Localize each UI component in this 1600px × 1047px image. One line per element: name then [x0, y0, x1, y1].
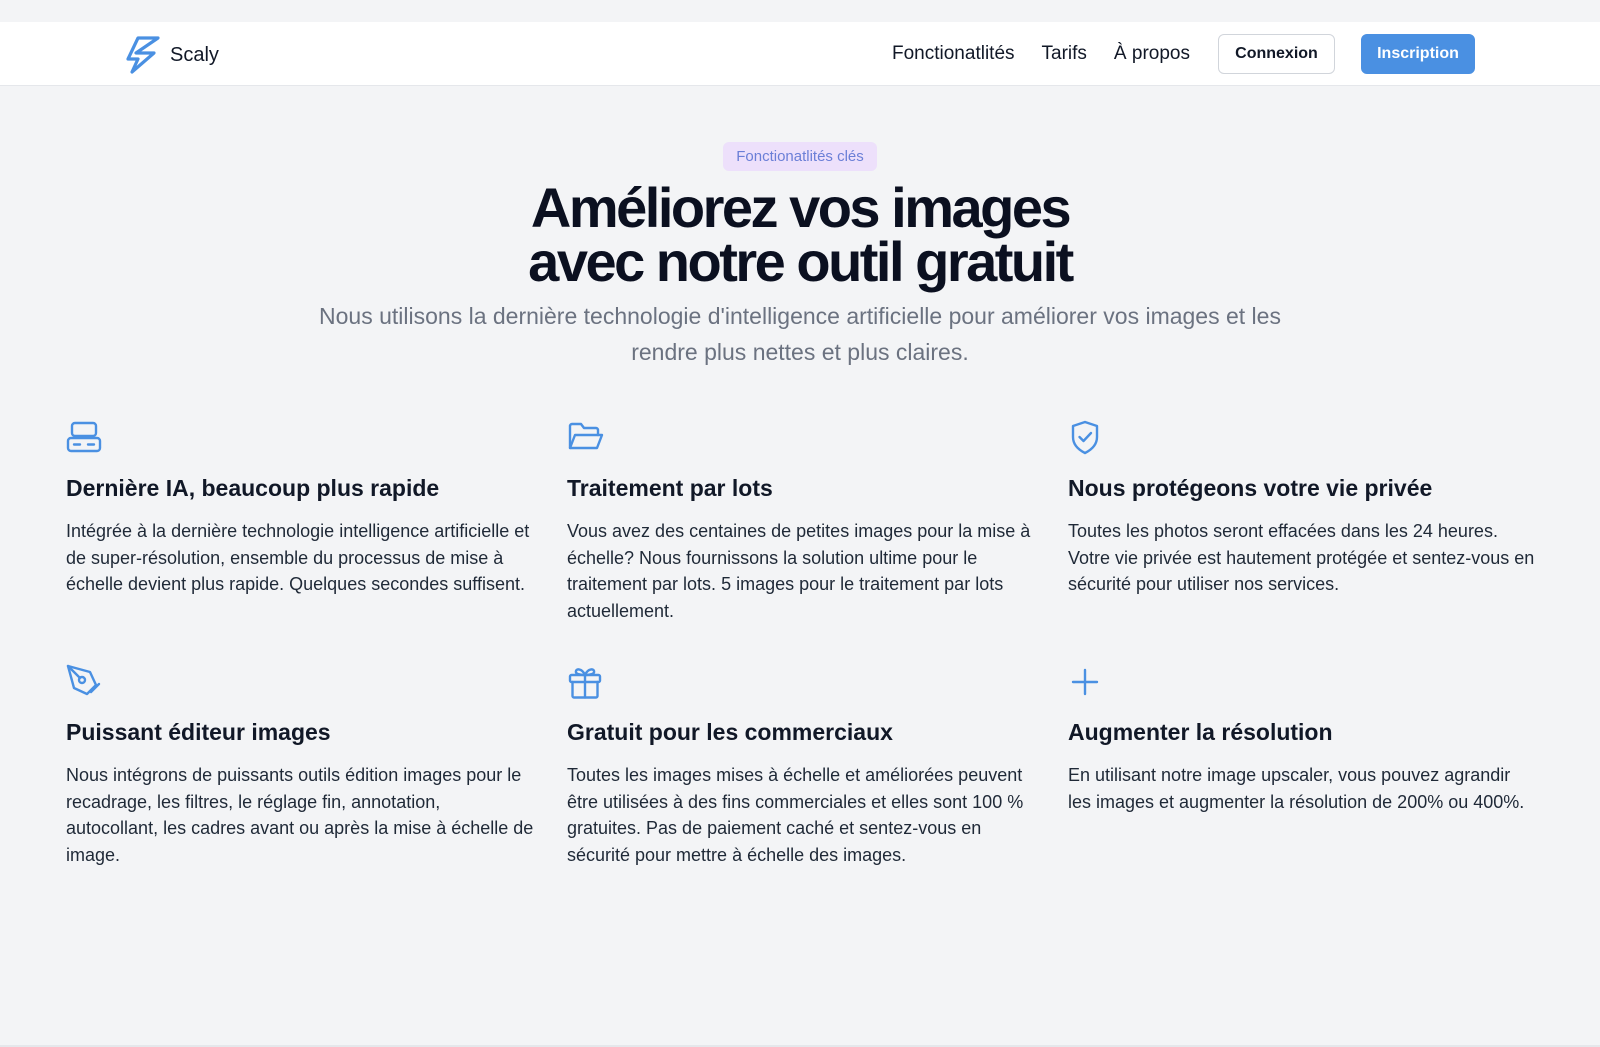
top-strip — [0, 0, 1600, 22]
shield-check-icon — [1071, 420, 1099, 455]
feature-card: Dernière IA, beaucoup plus rapide Intégr… — [66, 420, 536, 598]
signup-button[interactable]: Inscription — [1361, 34, 1475, 74]
section-badge: Fonctionatlités clés — [723, 142, 877, 171]
main-nav: Fonctionatlités Tarifs À propos — [892, 22, 1217, 86]
feature-description: Toutes les photos seront effacées dans l… — [1068, 521, 1535, 594]
nav-link-about[interactable]: À propos — [1114, 43, 1190, 65]
feature-card: Traitement par lots Vous avez des centai… — [567, 420, 1037, 624]
feature-card: Puissant éditeur images Nous intégrons d… — [66, 664, 536, 868]
feature-title: Puissant éditeur images — [66, 719, 331, 745]
feature-title: Augmenter la résolution — [1068, 719, 1333, 745]
feature-card: Augmenter la résolution En utilisant not… — [1068, 664, 1538, 815]
brand-name: Scaly — [170, 43, 219, 66]
feature-card: Gratuit pour les commerciaux Toutes les … — [567, 664, 1037, 868]
nav-link-pricing[interactable]: Tarifs — [1042, 43, 1087, 65]
plus-icon — [1071, 668, 1099, 696]
feature-card: Nous protégeons votre vie privée Toutes … — [1068, 420, 1538, 598]
feature-description: Vous avez des centaines de petites image… — [567, 521, 1031, 621]
hero-title: Améliorez vos images avec notre outil gr… — [0, 180, 1600, 290]
server-icon — [66, 421, 102, 453]
hero-section: Fonctionatlités clés Améliorez vos image… — [0, 142, 1600, 370]
brand-home-link[interactable]: Scaly — [124, 36, 219, 74]
feature-description: Toutes les images mises à échelle et amé… — [567, 765, 1024, 865]
folder-open-icon — [568, 422, 604, 450]
feature-title: Nous protégeons votre vie privée — [1068, 475, 1433, 501]
feature-description: Intégrée à la dernière technologie intel… — [66, 521, 530, 594]
feature-title: Traitement par lots — [567, 475, 773, 501]
feature-title: Dernière IA, beaucoup plus rapide — [66, 475, 440, 501]
login-button[interactable]: Connexion — [1218, 34, 1335, 74]
hero-subtitle: Nous utilisons la dernière technologie d… — [319, 303, 1281, 365]
hero-title-line-2: avec notre outil gratuit — [528, 230, 1074, 293]
feature-description: En utilisant notre image upscaler, vous … — [1068, 765, 1525, 812]
lightning-bolt-logo-icon — [126, 36, 160, 74]
gift-icon — [568, 668, 602, 699]
pen-tool-icon — [66, 664, 101, 696]
feature-description: Nous intégrons de puissants outils éditi… — [66, 765, 534, 865]
feature-title: Gratuit pour les commerciaux — [567, 719, 893, 745]
navbar: Scaly Fonctionatlités Tarifs À propos Co… — [0, 22, 1600, 86]
nav-link-features[interactable]: Fonctionatlités — [892, 43, 1015, 65]
